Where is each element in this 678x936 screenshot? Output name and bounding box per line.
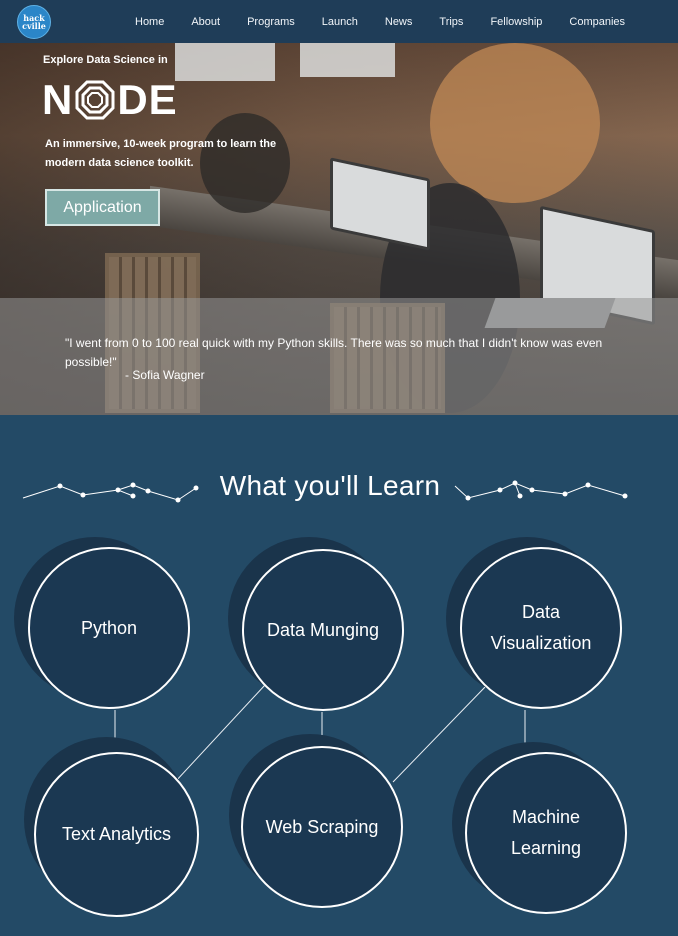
topic-data-visualization: Data Visualization	[460, 547, 622, 709]
topic-machine-learning: Machine Learning	[465, 752, 627, 914]
topic-web-scraping: Web Scraping	[241, 746, 403, 908]
topic-text-analytics: Text Analytics	[34, 752, 199, 917]
topic-data-munging: Data Munging	[242, 549, 404, 711]
topic-python: Python	[28, 547, 190, 709]
